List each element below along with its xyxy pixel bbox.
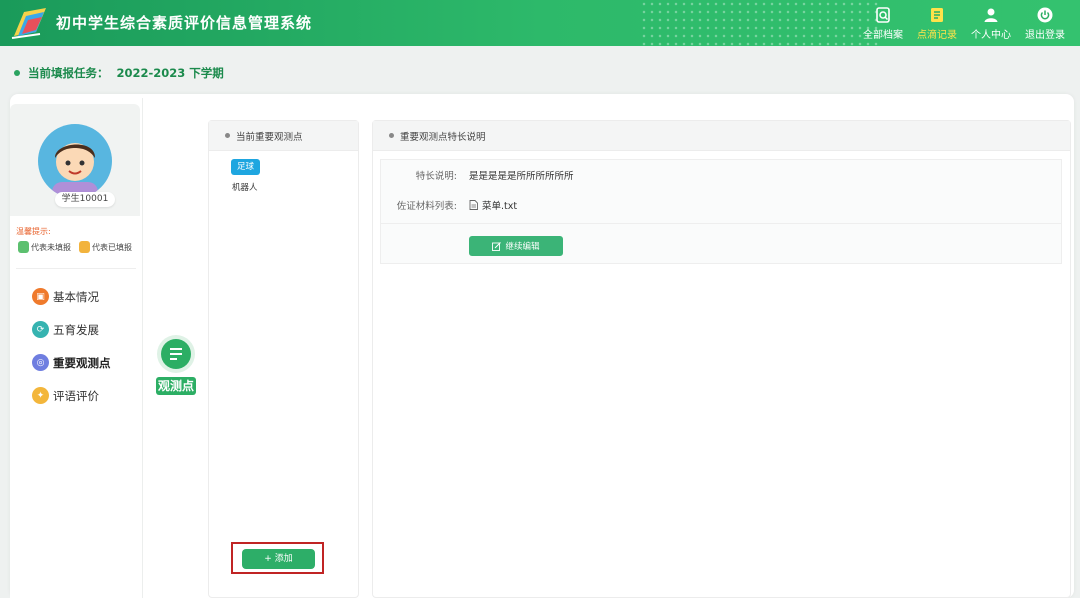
menu-item-comments[interactable]: ✦ 评语评价 — [32, 379, 111, 412]
nav-label: 退出登录 — [1025, 30, 1065, 41]
menu-item-basic-info[interactable]: ▣ 基本情况 — [32, 280, 111, 313]
bullet-icon — [389, 133, 394, 138]
add-button[interactable]: + 添加 — [242, 549, 315, 569]
card-title: 当前重要观测点 — [236, 131, 303, 143]
menu-item-observation-points[interactable]: ◎ 重要观测点 — [32, 346, 111, 379]
card-header: 重要观测点特长说明 — [373, 121, 1070, 151]
edit-icon — [492, 241, 502, 251]
menu-item-label: 五育发展 — [53, 322, 99, 337]
card-header: 当前重要观测点 — [209, 121, 358, 151]
specialty-value: 是是是是是所所所所所所 — [469, 171, 574, 182]
menu-item-five-development[interactable]: ⟳ 五育发展 — [32, 313, 111, 346]
target-icon: ◎ — [32, 354, 49, 371]
logo-icon — [11, 8, 46, 39]
bullet-icon — [225, 133, 230, 138]
archive-search-icon — [876, 7, 890, 23]
section-tab-column: 观测点 — [142, 98, 208, 598]
filled-warning-icon — [79, 241, 90, 253]
nav-all-archives[interactable]: 全部档案 — [856, 6, 910, 42]
status-legend: 代表未填报 代表已填报 — [18, 241, 132, 253]
menu-item-label: 基本情况 — [53, 289, 99, 304]
menu-item-label: 重要观测点 — [53, 355, 111, 370]
legend-unfilled-label: 代表未填报 — [31, 242, 71, 252]
nav-records[interactable]: 点滴记录 — [910, 6, 964, 42]
observation-list-card: 当前重要观测点 足球 机器人 + 添加 — [208, 120, 359, 598]
avatar-card: 学生10001 — [10, 104, 140, 216]
list-icon — [161, 339, 191, 369]
bullet-icon — [14, 70, 20, 76]
student-menu: ▣ 基本情况 ⟳ 五育发展 ◎ 重要观测点 ✦ 评语评价 — [32, 280, 111, 412]
hint-title: 温馨提示: — [16, 227, 51, 236]
specialty-detail-card: 重要观测点特长说明 特长说明: 是是是是是所所所所所所 佐证材料列表: 菜单.t… — [372, 120, 1071, 598]
materials-row: 佐证材料列表: 菜单.txt — [381, 188, 1061, 224]
tab-observation[interactable]: 观测点 — [156, 377, 196, 395]
power-icon — [1037, 7, 1053, 23]
material-file-name: 菜单.txt — [482, 201, 518, 212]
materials-label: 佐证材料列表: — [396, 201, 457, 212]
edit-label: 继续编辑 — [505, 242, 540, 252]
notebook-icon — [931, 8, 943, 22]
continue-edit-button[interactable]: 继续编辑 — [469, 236, 563, 256]
app-title: 初中学生综合素质评价信息管理系统 — [56, 14, 313, 32]
observation-item-football[interactable]: 足球 — [231, 159, 261, 175]
nav-label: 点滴记录 — [917, 30, 957, 41]
nav-label: 全部档案 — [863, 30, 903, 41]
legend-filled-label: 代表已填报 — [92, 242, 132, 252]
task-label: 当前填报任务： — [28, 66, 109, 80]
top-nav: 全部档案 点滴记录 个人中心 退出登录 — [856, 6, 1072, 42]
student-sidebar: 学生10001 温馨提示: 代表未填报 代表已填报 ▣ 基本情况 ⟳ 五育发展 … — [10, 104, 140, 598]
specialty-row: 特长说明: 是是是是是所所所所所所 — [381, 168, 1061, 184]
add-highlight-box: + 添加 — [231, 542, 324, 574]
divider — [16, 268, 136, 269]
file-icon — [469, 200, 478, 210]
observation-item-robot[interactable]: 机器人 — [232, 181, 258, 193]
student-avatar-icon — [52, 143, 98, 198]
unfilled-check-icon — [18, 241, 29, 253]
nav-logout[interactable]: 退出登录 — [1018, 6, 1072, 42]
cycle-icon: ⟳ — [32, 321, 49, 338]
detail-body: 特长说明: 是是是是是所所所所所所 佐证材料列表: 菜单.txt 继续编辑 — [380, 159, 1062, 264]
nav-label: 个人中心 — [971, 30, 1011, 41]
id-card-icon: ▣ — [32, 288, 49, 305]
observation-tab-badge[interactable] — [157, 335, 195, 373]
menu-item-label: 评语评价 — [53, 388, 99, 403]
current-task: 当前填报任务： 2022-2023 下学期 — [14, 65, 224, 81]
user-icon — [984, 8, 998, 22]
student-name: 学生10001 — [55, 192, 115, 207]
top-header: 初中学生综合素质评价信息管理系统 全部档案 点滴记录 个人中心 退出登录 — [0, 0, 1080, 46]
material-file-link[interactable]: 菜单.txt — [469, 198, 517, 212]
star-badge-icon: ✦ — [32, 387, 49, 404]
task-value: 2022-2023 下学期 — [116, 66, 224, 80]
nav-personal-center[interactable]: 个人中心 — [964, 6, 1018, 42]
card-title: 重要观测点特长说明 — [400, 131, 486, 143]
specialty-label: 特长说明: — [415, 171, 457, 182]
header-decoration — [640, 0, 880, 46]
avatar — [38, 124, 112, 198]
